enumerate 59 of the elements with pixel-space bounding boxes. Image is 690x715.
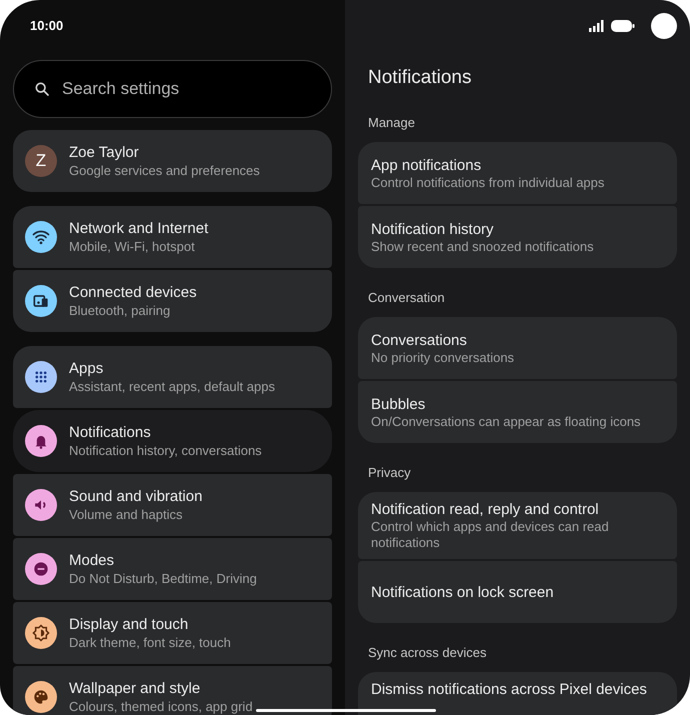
item-title: App notifications xyxy=(371,156,482,174)
settings-item[interactable]: App notifications Control notifications from individual apps xyxy=(358,142,677,204)
item-title: Apps xyxy=(69,359,104,378)
section-header: Manage xyxy=(368,115,416,131)
settings-item[interactable]: Display and touch Dark theme, font size, touch xyxy=(13,602,332,664)
item-title: Modes xyxy=(69,551,116,570)
battery-icon xyxy=(611,20,635,32)
settings-item[interactable]: Conversations No priority conversations xyxy=(358,317,677,379)
status-time: 10:00 xyxy=(30,18,64,34)
item-subtitle: Notification history, conversations xyxy=(69,442,262,459)
item-subtitle: Dark theme, font size, touch xyxy=(69,634,231,651)
settings-item[interactable]: Connected devices Bluetooth, pairing xyxy=(13,270,332,332)
settings-item[interactable]: Network and Internet Mobile, Wi-Fi, hotspot xyxy=(13,206,332,268)
item-title: Notification history xyxy=(371,220,495,238)
settings-item[interactable]: Modes Do Not Disturb, Bedtime, Driving xyxy=(13,538,332,600)
settings-item[interactable]: Sound and vibration Volume and haptics xyxy=(13,474,332,536)
item-subtitle: Assistant, recent apps, default apps xyxy=(69,378,275,395)
settings-item[interactable]: Dismiss notifications across Pixel devices xyxy=(358,672,677,715)
item-subtitle: Volume and haptics xyxy=(69,506,184,523)
signal-icon xyxy=(589,20,605,32)
settings-item[interactable]: Notification history Show recent and snoozed notifications xyxy=(358,206,677,268)
settings-item[interactable]: Notifications on lock screen xyxy=(358,561,677,623)
item-title: Wallpaper and style xyxy=(69,679,202,698)
section-header: Sync across devices xyxy=(368,645,488,661)
item-subtitle: Bluetooth, pairing xyxy=(69,302,172,319)
settings-item[interactable]: Apps Assistant, recent apps, default apps xyxy=(13,346,332,408)
page-title: Notifications xyxy=(368,66,472,88)
item-title: Sound and vibration xyxy=(69,487,202,506)
item-title: Notifications xyxy=(69,423,152,442)
settings-item[interactable]: Z Zoe Taylor Google services and preferences xyxy=(13,130,332,192)
item-subtitle: No priority conversations xyxy=(371,350,516,366)
item-title: Connected devices xyxy=(69,283,197,302)
item-title: Conversations xyxy=(371,330,468,350)
section-header: Conversation xyxy=(368,290,446,306)
section-header: Privacy xyxy=(368,465,412,481)
item-title: Bubbles xyxy=(371,394,426,414)
item-subtitle: On/Conversations can appear as floating icons xyxy=(371,414,642,430)
camera-cutout xyxy=(651,13,677,39)
settings-item[interactable]: Wallpaper and style Colours, themed icons, app grid xyxy=(13,666,332,715)
search-icon xyxy=(34,81,50,97)
settings-item[interactable]: Bubbles On/Conversations can appear as floating icons xyxy=(358,381,677,443)
item-subtitle: Show recent and snoozed notifications xyxy=(371,238,595,254)
settings-item[interactable]: Notifications Notification history, conversations xyxy=(13,410,332,472)
item-title: Dismiss notifications across Pixel devices xyxy=(371,680,648,699)
item-subtitle: Google services and preferences xyxy=(69,162,260,179)
item-title: Notifications on lock screen xyxy=(371,582,555,602)
item-subtitle: Control notifications from individual apps xyxy=(371,174,606,190)
search-input: Search settings xyxy=(62,76,282,102)
item-subtitle: Control which apps and devices can read notifications xyxy=(371,519,610,551)
avatar: Z xyxy=(25,145,57,177)
item-title: Notification read, reply and control xyxy=(371,500,600,519)
item-subtitle: Colours, themed icons, app grid xyxy=(69,698,253,715)
search-field[interactable]: Search settings xyxy=(13,60,332,118)
item-title: Display and touch xyxy=(69,615,190,634)
item-subtitle: Mobile, Wi-Fi, hotspot xyxy=(69,238,196,255)
item-title: Network and Internet xyxy=(69,219,208,238)
item-subtitle: Do Not Disturb, Bedtime, Driving xyxy=(69,570,257,587)
settings-item[interactable]: Notification read, reply and control Control which apps and devices can read notifications xyxy=(358,492,677,559)
item-title: Zoe Taylor xyxy=(69,143,140,162)
